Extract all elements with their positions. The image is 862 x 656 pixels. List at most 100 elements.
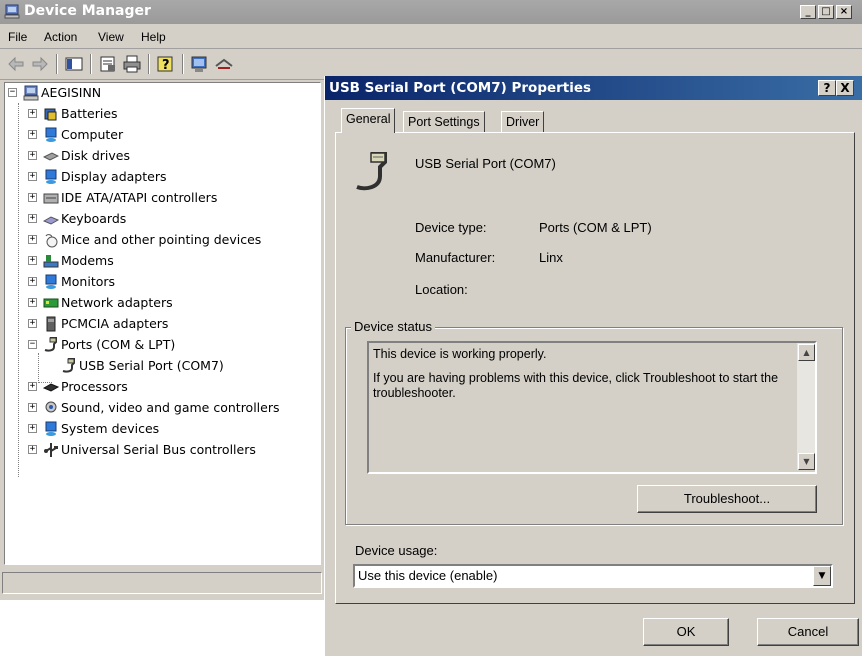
expand-icon[interactable]: + [28,256,37,265]
device-type-value: Ports (COM & LPT) [539,220,652,235]
help-button[interactable]: ? [818,80,836,96]
tree-item-processors[interactable]: + Processors [5,378,315,396]
properties-icon[interactable] [98,54,118,74]
tree-item-mice[interactable]: + Mice and other pointing devices [5,231,315,249]
computer-root-icon [23,85,39,101]
tab-driver[interactable]: Driver [501,111,545,133]
back-arrow-icon[interactable] [6,54,26,74]
tree-item-label: Disk drives [61,148,130,163]
maximize-button[interactable]: □ [818,5,834,19]
device-name: USB Serial Port (COM7) [415,156,556,171]
expand-icon[interactable]: + [28,298,37,307]
uninstall-icon[interactable] [214,54,234,74]
status-line-1: This device is working properly. [373,347,547,361]
port-icon [62,358,75,373]
expand-icon[interactable]: + [28,214,37,223]
tree-item-label: USB Serial Port (COM7) [79,358,224,373]
status-bar [2,572,322,594]
tree-item-label: Computer [61,127,124,142]
device-type-label: Device type: [415,220,487,235]
tree-item-display-adapters[interactable]: + Display adapters [5,168,315,186]
tree-item-usb-serial-port[interactable]: USB Serial Port (COM7) [5,357,315,375]
collapse-icon[interactable]: − [8,88,17,97]
display-adapter-icon [45,169,57,184]
scroll-up-icon[interactable]: ▲ [798,344,815,361]
expand-icon[interactable]: + [28,403,37,412]
tab-general[interactable]: General [341,108,396,133]
expand-icon[interactable]: + [28,424,37,433]
expand-icon[interactable]: + [28,172,37,181]
device-usage-select[interactable]: Use this device (enable) ▼ [353,564,833,588]
tree-item-label: Processors [61,379,128,394]
menu-view[interactable]: View [98,30,124,44]
expand-icon[interactable]: + [28,445,37,454]
scroll-down-icon[interactable]: ▼ [798,453,815,470]
device-usage-value: Use this device (enable) [358,568,498,583]
tree-item-disk-drives[interactable]: + Disk drives [5,147,315,165]
expand-icon[interactable]: + [28,382,37,391]
monitor-icon [45,274,57,289]
tree-item-monitors[interactable]: + Monitors [5,273,315,291]
processor-icon [43,383,59,392]
tree-item-ide-controllers[interactable]: + IDE ATA/ATAPI controllers [5,189,315,207]
show-hide-tree-icon[interactable] [64,54,84,74]
help-icon[interactable]: ? [156,54,176,74]
tree-item-ports[interactable]: − Ports (COM & LPT) [5,336,315,354]
expand-icon[interactable]: + [28,235,37,244]
serial-port-icon [356,152,387,191]
dialog-title-bar[interactable]: USB Serial Port (COM7) Properties ? X [325,76,862,100]
tree-item-usb-controllers[interactable]: + Universal Serial Bus controllers [5,441,315,459]
expand-icon[interactable]: + [28,277,37,286]
location-label: Location: [415,282,468,297]
tree-item-label: Sound, video and game controllers [61,400,280,415]
status-text: This device is working properly. If you … [373,347,791,401]
dm-close-button[interactable]: × [836,5,852,19]
status-scrollbar[interactable]: ▲ ▼ [797,343,815,470]
device-manager-title: Device Manager [24,3,151,19]
device-status-textbox[interactable]: This device is working properly. If you … [367,341,817,474]
chevron-down-icon[interactable]: ▼ [813,566,831,586]
close-button[interactable]: X [836,80,854,96]
print-icon[interactable] [122,54,142,74]
modem-icon [43,255,59,268]
system-device-icon [45,421,57,436]
forward-arrow-icon[interactable] [30,54,50,74]
mouse-icon [45,234,58,248]
tab-port-settings[interactable]: Port Settings [403,111,485,133]
menu-action[interactable]: Action [44,30,77,44]
expand-icon[interactable]: + [28,109,37,118]
scan-hardware-icon[interactable] [190,54,210,74]
toolbar-separator [90,54,92,74]
device-manager-icon [4,4,20,19]
tree-item-label: Universal Serial Bus controllers [61,442,256,457]
tree-item-label: Ports (COM & LPT) [61,337,176,352]
expand-icon[interactable]: + [28,130,37,139]
tree-item-batteries[interactable]: + Batteries [5,105,315,123]
expand-icon[interactable]: + [28,193,37,202]
ok-button[interactable]: OK [643,618,729,646]
troubleshoot-button[interactable]: Troubleshoot... [637,485,817,513]
status-line-2: If you are having problems with this dev… [373,371,779,400]
minimize-button[interactable]: _ [800,5,816,19]
tree-item-label: Network adapters [61,295,173,310]
tree-item-label: Modems [61,253,114,268]
sound-icon [45,401,57,413]
tree-item-keyboards[interactable]: + Keyboards [5,210,315,228]
tree-item-modems[interactable]: + Modems [5,252,315,270]
tree-item-network-adapters[interactable]: + Network adapters [5,294,315,312]
expand-icon[interactable]: + [28,319,37,328]
collapse-icon[interactable]: − [28,340,37,349]
menu-file[interactable]: File [8,30,27,44]
expand-icon[interactable]: + [28,151,37,160]
tree-item-sound[interactable]: + Sound, video and game controllers [5,399,315,417]
tree-item-label: Display adapters [61,169,167,184]
tree-item-system-devices[interactable]: + System devices [5,420,315,438]
usb-icon [44,443,58,457]
tree-item-computer[interactable]: + Computer [5,126,315,144]
tree-root[interactable]: − AEGISINN [5,84,315,102]
cancel-button[interactable]: Cancel [757,618,859,646]
tree-item-pcmcia-adapters[interactable]: + PCMCIA adapters [5,315,315,333]
menu-help[interactable]: Help [141,30,166,44]
tree-item-label: Monitors [61,274,116,289]
device-manager-title-bar[interactable]: Device Manager _ □ × [0,0,862,24]
